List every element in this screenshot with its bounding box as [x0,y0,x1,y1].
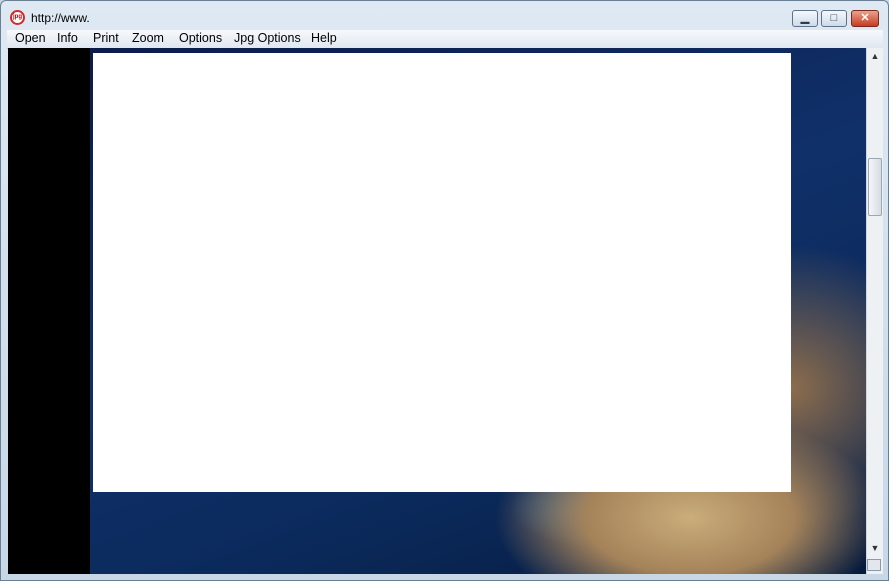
menu-print[interactable]: Print [91,31,121,45]
menu-options[interactable]: Options [177,31,224,45]
menu-bar: Open Info Print Zoom Options Jpg Options… [7,30,883,49]
close-icon: ✕ [860,12,870,24]
menu-help[interactable]: Help [309,31,339,45]
minimize-button[interactable]: ▁ [792,10,818,27]
no-jpg-icon: jpg [10,10,25,25]
close-button[interactable]: ✕ [851,10,879,27]
vertical-scrollbar[interactable]: ▲ ▼ [866,48,883,574]
window-title: http://www. [31,11,90,25]
menu-zoom[interactable]: Zoom [130,31,166,45]
scroll-up-arrow-icon[interactable]: ▲ [867,48,883,65]
blank-image-area [93,53,791,492]
app-window: jpg http://www. ▁ □ ✕ Open Info Print Zo… [0,0,889,581]
title-bar[interactable]: jpg http://www. ▁ □ ✕ [1,1,888,31]
maximize-button[interactable]: □ [821,10,847,27]
resize-grip-icon[interactable] [867,559,881,571]
image-viewport[interactable] [8,48,866,574]
scroll-down-arrow-icon[interactable]: ▼ [867,540,883,557]
menu-open[interactable]: Open [13,31,48,45]
scrollbar-thumb[interactable] [868,158,882,216]
menu-jpg-options[interactable]: Jpg Options [232,31,303,45]
maximize-icon: □ [830,12,838,24]
menu-info[interactable]: Info [55,31,80,45]
minimize-icon: ▁ [800,12,810,24]
